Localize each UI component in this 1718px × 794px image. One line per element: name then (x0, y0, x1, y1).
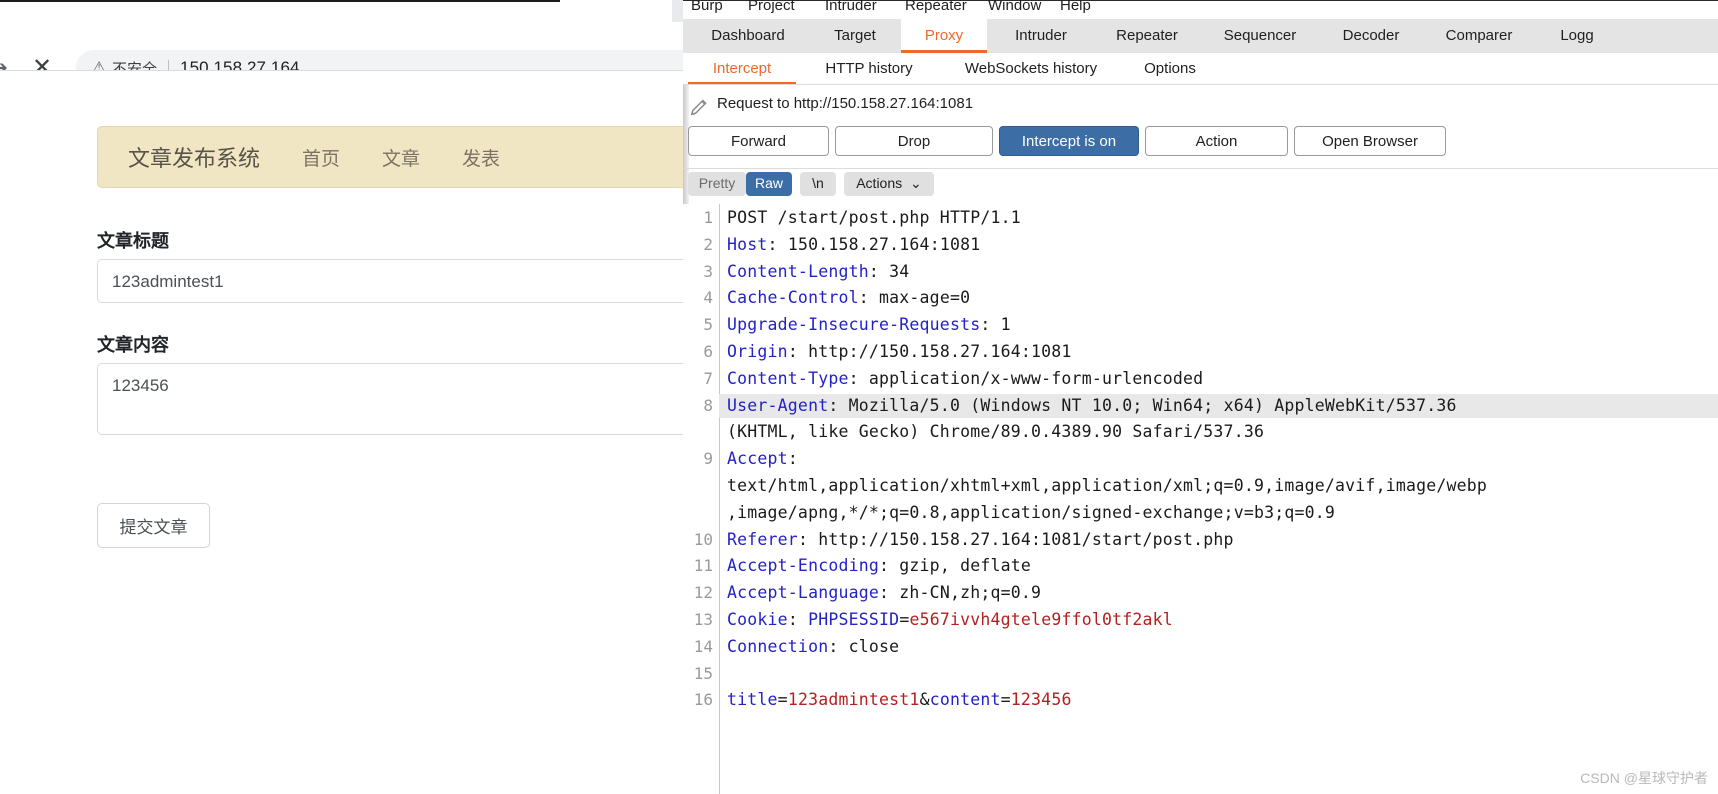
browser-toolbar: ➔ ✕ ⚠ 不安全 150.158.27.164 (0, 22, 683, 86)
action-button[interactable]: Action (1145, 126, 1288, 156)
request-line[interactable]: Referer: http://150.158.27.164:1081/star… (727, 530, 1234, 549)
http-request-editor[interactable]: 1 2 3 4 5 6 7 8 9 10 11 12 13 14 15 16 POST /start/post… (683, 204, 1718, 794)
request-line[interactable]: text/html,application/xhtml+xml,applicat… (727, 476, 1487, 495)
intercepted-request-header: Request to http://150.158.27.164:1081 (683, 92, 1718, 124)
web-page-viewport: 文章发布系统 首页 文章 发表 文章标题 123admintest1 文章内容 … (0, 71, 683, 794)
request-line[interactable]: Cookie: PHPSESSID=e567ivvh4gtele9ffol0tf… (727, 610, 1173, 629)
request-line[interactable]: Origin: http://150.158.27.164:1081 (727, 342, 1072, 361)
request-target-text: Request to http://150.158.27.164:1081 (717, 95, 974, 112)
article-content-textarea[interactable]: 123456 (97, 363, 683, 435)
subtab-http-history[interactable]: HTTP history (801, 53, 937, 85)
tabstrip-divider (0, 0, 560, 2)
submit-article-button[interactable]: 提交文章 (97, 503, 210, 548)
tab-comparer[interactable]: Comparer (1425, 19, 1533, 53)
site-brand[interactable]: 文章发布系统 (128, 141, 260, 173)
line-number: 15 (693, 663, 713, 683)
request-line[interactable]: Content-Length: 34 (727, 262, 909, 281)
request-line[interactable]: Upgrade-Insecure-Requests: 1 (727, 315, 1011, 334)
line-number: 5 (703, 315, 713, 335)
menu-item-burp[interactable]: Burp (691, 0, 723, 14)
tab-repeater[interactable]: Repeater (1095, 19, 1199, 53)
line-number: 10 (693, 529, 713, 549)
tab-decoder[interactable]: Decoder (1321, 19, 1421, 53)
line-number: 13 (693, 610, 713, 629)
browser-tab-strip (0, 0, 683, 22)
request-line[interactable]: Accept-Language: zh-CN,zh;q=0.9 (727, 583, 1041, 602)
forward-button[interactable]: Forward (688, 126, 829, 156)
line-number: 7 (703, 368, 713, 388)
line-number: 2 (703, 234, 713, 254)
burp-suite-window: Burp Project Intruder Repeater Window He… (683, 0, 1718, 794)
request-line[interactable]: User-Agent: Mozilla/5.0 (Windows NT 10.0… (727, 396, 1457, 415)
tab-logger[interactable]: Logg (1537, 19, 1617, 53)
actions-menu-label: Actions (856, 175, 903, 191)
article-title-input[interactable]: 123admintest1 (97, 259, 683, 303)
line-number: 9 (703, 449, 713, 469)
raw-view-button[interactable]: Raw (746, 172, 792, 196)
open-browser-button[interactable]: Open Browser (1294, 126, 1446, 156)
request-line[interactable]: title=123admintest1&content=123456 (727, 690, 1072, 709)
request-line[interactable]: Cache-Control: max-age=0 (727, 288, 970, 307)
request-line[interactable]: POST /start/post.php HTTP/1.1 (727, 208, 1021, 227)
browser-tab-partial[interactable] (672, 0, 683, 22)
tab-sequencer[interactable]: Sequencer (1203, 19, 1317, 53)
line-number: 14 (693, 636, 713, 656)
site-navbar: 文章发布系统 首页 文章 发表 (97, 126, 683, 188)
nav-link-publish[interactable]: 发表 (462, 144, 500, 171)
nav-link-articles[interactable]: 文章 (382, 144, 420, 171)
drop-button[interactable]: Drop (835, 126, 993, 156)
tab-label-truncated (0, 0, 72, 16)
tab-target[interactable]: Target (811, 19, 899, 53)
request-line[interactable]: (KHTML, like Gecko) Chrome/89.0.4389.90 … (727, 422, 1264, 441)
csdn-watermark: CSDN @星球守护者 (1580, 770, 1708, 786)
pencil-icon (690, 99, 707, 116)
line-number: 3 (703, 261, 713, 281)
message-view-mode-bar: Pretty Raw \n Actions ⌄ (683, 172, 1718, 198)
menu-item-repeater[interactable]: Repeater (905, 0, 967, 14)
burp-proxy-sub-tabs: Intercept HTTP history WebSockets histor… (683, 53, 1718, 85)
actions-menu-button[interactable]: Actions ⌄ (844, 172, 934, 196)
line-number-gutter: 1 2 3 4 5 6 7 8 9 10 11 12 13 14 15 16 (683, 204, 720, 794)
intercept-toggle-button[interactable]: Intercept is on (999, 126, 1139, 156)
menu-item-help[interactable]: Help (1060, 0, 1091, 14)
line-number: 8 (703, 395, 713, 415)
menu-item-project[interactable]: Project (748, 0, 795, 14)
line-number: 11 (693, 556, 713, 576)
intercept-button-row: Forward Drop Intercept is on Action Open… (683, 126, 1718, 160)
line-number: 6 (703, 342, 713, 361)
menu-item-window[interactable]: Window (988, 0, 1041, 14)
article-content-label: 文章内容 (97, 335, 169, 355)
menu-item-intruder[interactable]: Intruder (825, 0, 877, 14)
request-line[interactable]: Accept-Encoding: gzip, deflate (727, 556, 1031, 575)
nav-link-home[interactable]: 首页 (302, 144, 340, 171)
subtab-options[interactable]: Options (1125, 53, 1215, 85)
buttonrow-divider (683, 168, 1718, 169)
request-line[interactable]: Host: 150.158.27.164:1081 (727, 235, 980, 254)
pretty-view-button[interactable]: Pretty (688, 172, 746, 196)
line-number: 4 (703, 288, 713, 308)
request-line[interactable]: Content-Type: application/x-www-form-url… (727, 369, 1203, 388)
tab-dashboard[interactable]: Dashboard (689, 19, 807, 53)
burp-main-tabs: Dashboard Target Proxy Intruder Repeater… (683, 19, 1718, 53)
request-line[interactable]: Accept: (727, 449, 798, 468)
tab-proxy[interactable]: Proxy (901, 19, 987, 53)
line-number: 12 (693, 583, 713, 603)
chevron-down-icon: ⌄ (910, 175, 922, 191)
subtab-intercept[interactable]: Intercept (688, 53, 796, 85)
tab-intruder[interactable]: Intruder (991, 19, 1091, 53)
line-number: 16 (693, 690, 713, 710)
subtabs-divider (683, 84, 1718, 85)
line-number: 1 (703, 208, 713, 227)
burp-menu-bar: Burp Project Intruder Repeater Window He… (683, 0, 1718, 20)
article-title-label: 文章标题 (97, 231, 169, 251)
request-line[interactable]: Connection: close (727, 637, 899, 656)
newline-toggle-button[interactable]: \n (800, 172, 836, 196)
chrome-browser-window: ➔ ✕ ⚠ 不安全 150.158.27.164 文章发布系统 首页 文章 发表… (0, 0, 683, 794)
request-line[interactable]: ,image/apng,*/*;q=0.8,application/signed… (727, 503, 1335, 522)
subtab-websockets-history[interactable]: WebSockets history (941, 53, 1121, 85)
